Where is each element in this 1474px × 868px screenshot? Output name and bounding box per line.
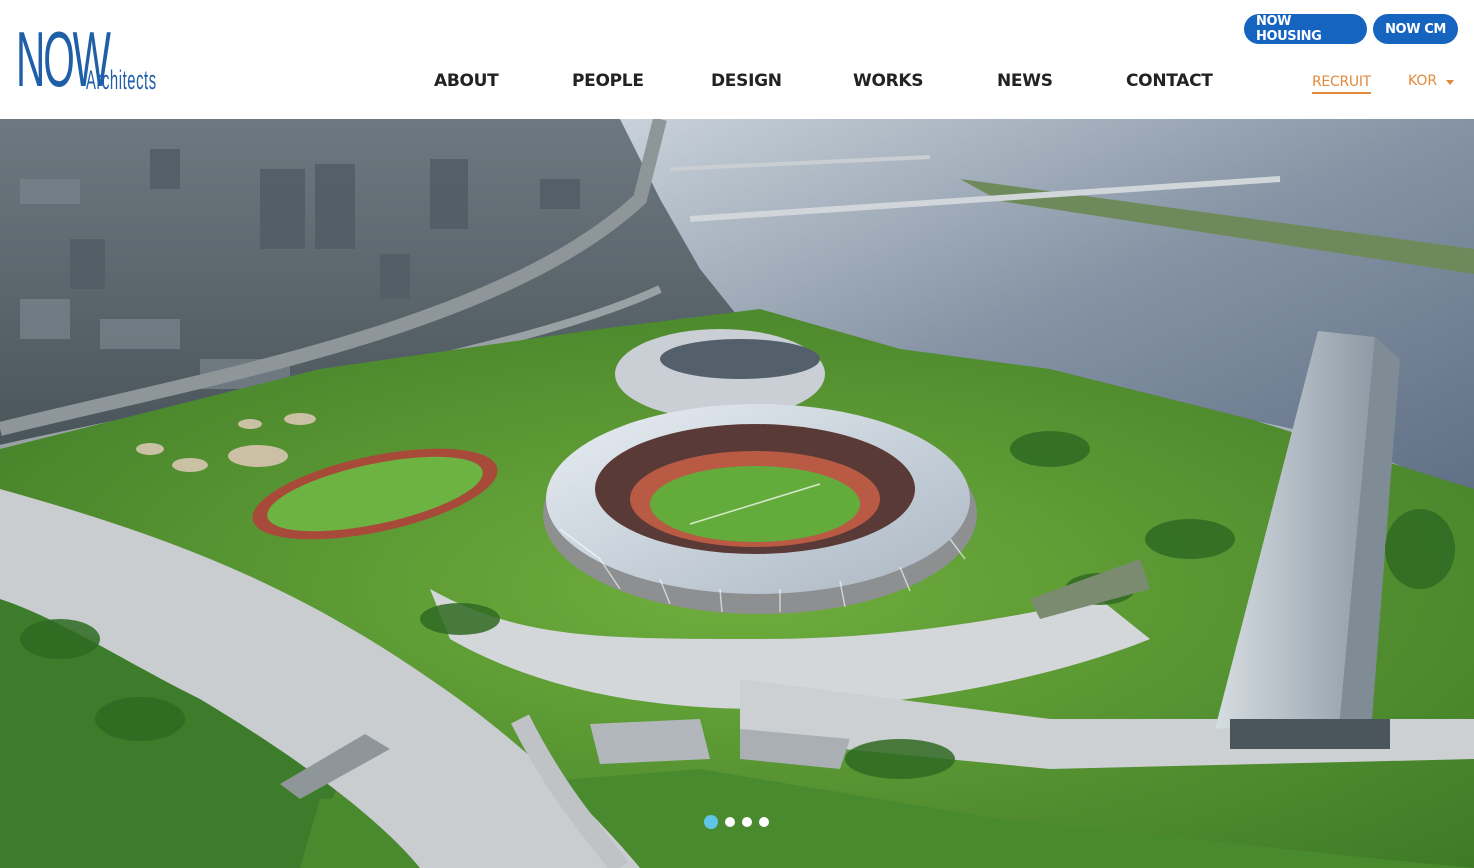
hero-slider[interactable] [0, 119, 1474, 868]
now-cm-button[interactable]: NOW CM [1373, 14, 1458, 44]
language-label: KOR [1408, 73, 1438, 89]
nav-item-works[interactable]: WORKS [853, 71, 924, 91]
now-housing-button[interactable]: NOW HOUSING [1244, 14, 1367, 44]
language-selector[interactable]: KOR [1408, 73, 1455, 89]
nav-item-contact[interactable]: CONTACT [1126, 71, 1213, 91]
chevron-down-icon [1446, 79, 1455, 85]
slide-indicators [704, 815, 769, 829]
site-header: NOW Architects NOW HOUSING NOW CM ABOUT … [0, 0, 1474, 119]
hero-image [0, 119, 1474, 868]
slide-dot-3[interactable] [742, 817, 752, 827]
nav-item-people[interactable]: PEOPLE [572, 71, 644, 91]
main-nav: ABOUT PEOPLE DESIGN WORKS NEWS CONTACT [0, 71, 1474, 93]
recruit-link[interactable]: RECRUIT [1312, 74, 1371, 94]
slide-dot-4[interactable] [759, 817, 769, 827]
slide-dot-2[interactable] [725, 817, 735, 827]
nav-item-design[interactable]: DESIGN [711, 71, 782, 91]
top-link-buttons: NOW HOUSING NOW CM [1244, 14, 1458, 44]
nav-item-about[interactable]: ABOUT [434, 71, 499, 91]
nav-item-news[interactable]: NEWS [997, 71, 1053, 91]
slide-dot-1[interactable] [704, 815, 718, 829]
